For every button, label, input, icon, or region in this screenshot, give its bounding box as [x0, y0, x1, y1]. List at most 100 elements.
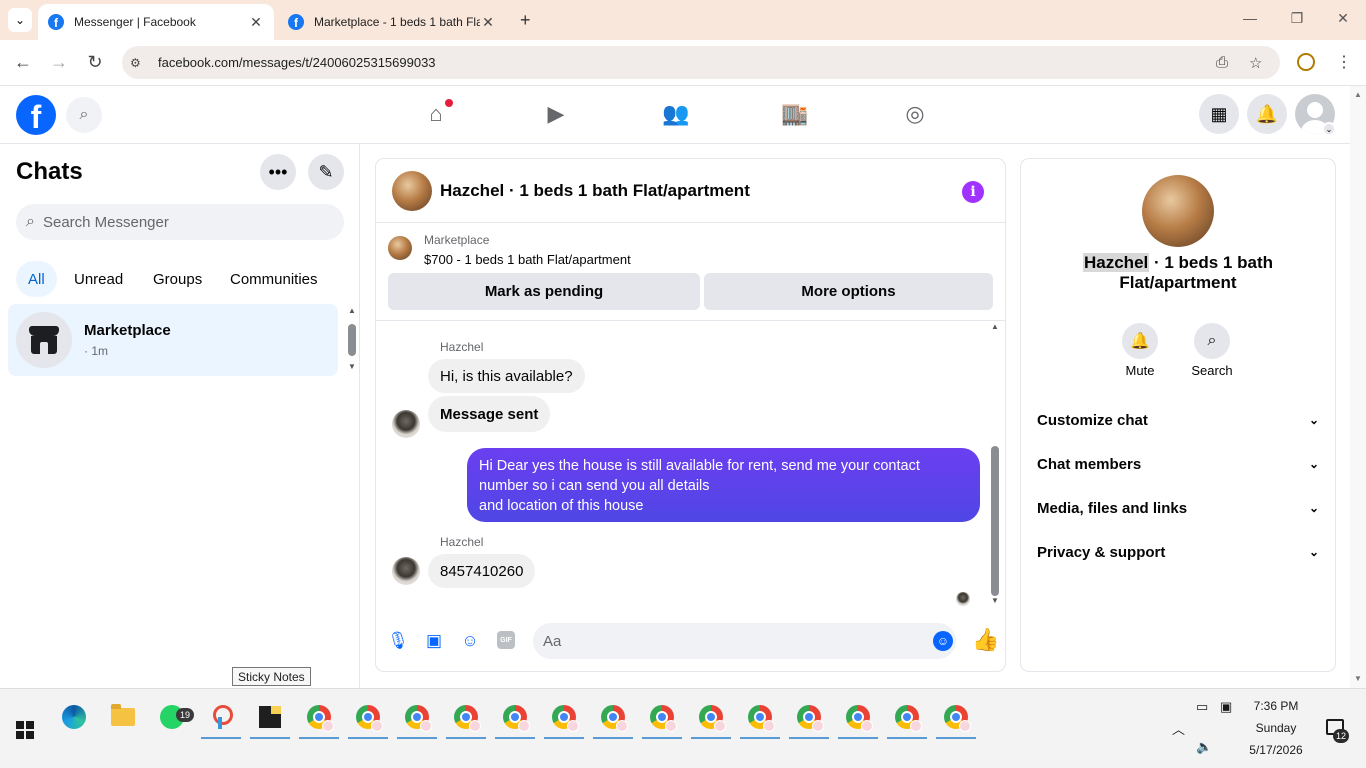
emoji-icon[interactable]: ☺ — [933, 631, 953, 651]
gif-icon[interactable]: GIF — [497, 631, 515, 649]
chat-list-scrollbar[interactable]: ▲ ▼ — [346, 306, 358, 376]
tab-messenger[interactable]: f Messenger | Facebook ✕ — [38, 4, 274, 40]
filter-unread[interactable]: Unread — [62, 261, 135, 297]
network-icon[interactable]: ▣ — [1220, 699, 1232, 715]
privacy-support-section[interactable]: Privacy & support ⌄ — [1029, 530, 1327, 574]
page-scrollbar[interactable]: ▲ ▼ — [1350, 86, 1366, 688]
scroll-up-icon[interactable]: ▲ — [991, 322, 999, 331]
thumbs-up-icon[interactable]: 👍 — [972, 627, 999, 653]
chrome-profile-icon[interactable] — [444, 697, 488, 739]
reload-icon[interactable]: ↻ — [83, 52, 107, 73]
close-tab-icon[interactable]: ✕ — [248, 14, 264, 31]
message-scrollbar[interactable]: ▲ ▼ — [988, 322, 1002, 612]
more-options-icon[interactable]: ••• — [260, 154, 296, 190]
message-input[interactable] — [533, 623, 956, 659]
incoming-message[interactable]: Hi, is this available? — [428, 359, 585, 393]
minimize-icon[interactable]: — — [1240, 10, 1260, 26]
filter-groups[interactable]: Groups — [141, 261, 214, 297]
friends-icon[interactable]: 👥 — [662, 100, 690, 128]
browser-profile-icon[interactable] — [1297, 53, 1315, 71]
close-window-icon[interactable]: ✕ — [1333, 10, 1353, 27]
customize-chat-section[interactable]: Customize chat ⌄ — [1029, 398, 1327, 442]
chat-list-item[interactable]: Marketplace · 1m — [8, 304, 338, 376]
edge-icon[interactable] — [52, 697, 96, 737]
scroll-up-icon[interactable]: ▲ — [348, 306, 356, 315]
mark-as-pending-button[interactable]: Mark as pending — [388, 273, 700, 310]
facebook-logo-icon[interactable]: f — [16, 95, 56, 135]
chrome-profile-icon[interactable] — [738, 697, 782, 739]
more-options-button[interactable]: More options — [704, 273, 993, 310]
chat-members-section[interactable]: Chat members ⌄ — [1029, 442, 1327, 486]
chrome-profile-icon[interactable] — [640, 697, 684, 739]
install-app-icon[interactable]: ⎙ — [1216, 54, 1228, 71]
tab-marketplace[interactable]: f Marketplace - 1 beds 1 bath Flat/apart… — [278, 4, 506, 40]
outgoing-message[interactable]: Hi Dear yes the house is still available… — [467, 448, 980, 522]
scroll-thumb[interactable] — [991, 446, 999, 596]
file-explorer-icon[interactable] — [101, 697, 145, 737]
search-messenger-input[interactable]: ⌕ Search Messenger — [16, 204, 344, 240]
chrome-profile-icon[interactable] — [787, 697, 831, 739]
search-icon[interactable]: ⌕ — [1194, 323, 1230, 359]
chrome-profile-icon[interactable] — [395, 697, 439, 739]
scroll-thumb[interactable] — [348, 324, 356, 356]
new-tab-icon[interactable]: + — [520, 10, 531, 31]
conversation-title[interactable]: Hazchel · 1 beds 1 bath Flat/apartment — [440, 181, 750, 201]
chrome-profile-icon[interactable] — [493, 697, 537, 739]
listing-thumbnail[interactable] — [388, 236, 412, 260]
menu-grid-icon[interactable]: ▦ — [1199, 94, 1239, 134]
new-message-icon[interactable]: ✎ — [308, 154, 344, 190]
scroll-down-icon[interactable]: ▼ — [991, 596, 999, 605]
clock-date[interactable]: 5/17/2026 — [1240, 743, 1312, 757]
sticker-icon[interactable]: ☺ — [460, 631, 480, 651]
clock-time[interactable]: 7:36 PM — [1240, 699, 1312, 713]
tab-search-chevron-icon[interactable]: ⌄ — [8, 8, 32, 32]
chrome-profile-icon[interactable] — [689, 697, 733, 739]
chrome-profile-icon[interactable] — [591, 697, 635, 739]
sender-avatar[interactable] — [392, 557, 420, 585]
close-tab-icon[interactable]: ✕ — [480, 14, 496, 31]
mute-bell-icon[interactable]: 🔔 — [1122, 323, 1158, 359]
paint-icon[interactable] — [199, 697, 243, 739]
sender-avatar[interactable] — [392, 410, 420, 438]
chrome-profile-icon[interactable] — [934, 697, 978, 739]
info-icon[interactable]: i — [962, 181, 984, 203]
filter-all[interactable]: All — [16, 261, 57, 297]
listing-profile-photo[interactable] — [1142, 175, 1214, 247]
back-icon[interactable]: ← — [11, 52, 35, 73]
windows-start-icon[interactable] — [16, 721, 34, 739]
incoming-message[interactable]: Message sent — [428, 396, 551, 432]
listing-price[interactable]: $700 - 1 beds 1 bath Flat/apartment — [424, 252, 631, 267]
clock-day[interactable]: Sunday — [1240, 721, 1312, 735]
photo-icon[interactable]: ▣ — [424, 631, 444, 651]
scroll-down-icon[interactable]: ▼ — [1354, 674, 1362, 683]
chrome-profile-icon[interactable] — [542, 697, 586, 739]
chrome-profile-icon[interactable] — [297, 697, 341, 739]
browser-menu-icon[interactable]: ⋮ — [1336, 52, 1352, 72]
address-bar[interactable]: ⚙ facebook.com/messages/t/24006025315699… — [122, 46, 1280, 79]
site-settings-icon[interactable]: ⚙ — [130, 56, 148, 70]
chrome-profile-icon[interactable] — [885, 697, 929, 739]
bookmark-star-icon[interactable]: ☆ — [1249, 54, 1262, 72]
forward-icon[interactable]: → — [47, 52, 71, 73]
scroll-down-icon[interactable]: ▼ — [348, 362, 356, 371]
listing-avatar[interactable] — [392, 171, 432, 211]
restore-icon[interactable]: ❐ — [1287, 10, 1307, 27]
video-icon[interactable]: ▶ — [542, 100, 570, 128]
sticky-notes-icon[interactable] — [248, 697, 292, 739]
battery-icon[interactable]: ▭ — [1196, 699, 1208, 715]
account-chevron-icon[interactable]: ⌄ — [1322, 122, 1336, 136]
groups-icon[interactable]: ◎ — [901, 100, 929, 128]
filter-communities[interactable]: Communities — [218, 261, 330, 297]
microphone-icon[interactable]: 🎙 — [387, 631, 409, 651]
media-files-links-section[interactable]: Media, files and links ⌄ — [1029, 486, 1327, 530]
browser-toolbar: ← → ↻ ⚙ facebook.com/messages/t/24006025… — [0, 40, 1366, 86]
volume-icon[interactable]: 🔈 — [1196, 739, 1212, 755]
marketplace-icon[interactable]: 🏬 — [781, 100, 809, 128]
search-icon[interactable]: ⌕ — [66, 97, 102, 133]
chrome-profile-icon[interactable] — [346, 697, 390, 739]
notifications-bell-icon[interactable]: 🔔 — [1247, 94, 1287, 134]
incoming-message[interactable]: 8457410260 — [428, 554, 536, 588]
show-hidden-icons-chevron-icon[interactable]: ︿ — [1172, 719, 1185, 738]
chrome-profile-icon[interactable] — [836, 697, 880, 739]
scroll-up-icon[interactable]: ▲ — [1354, 90, 1362, 99]
